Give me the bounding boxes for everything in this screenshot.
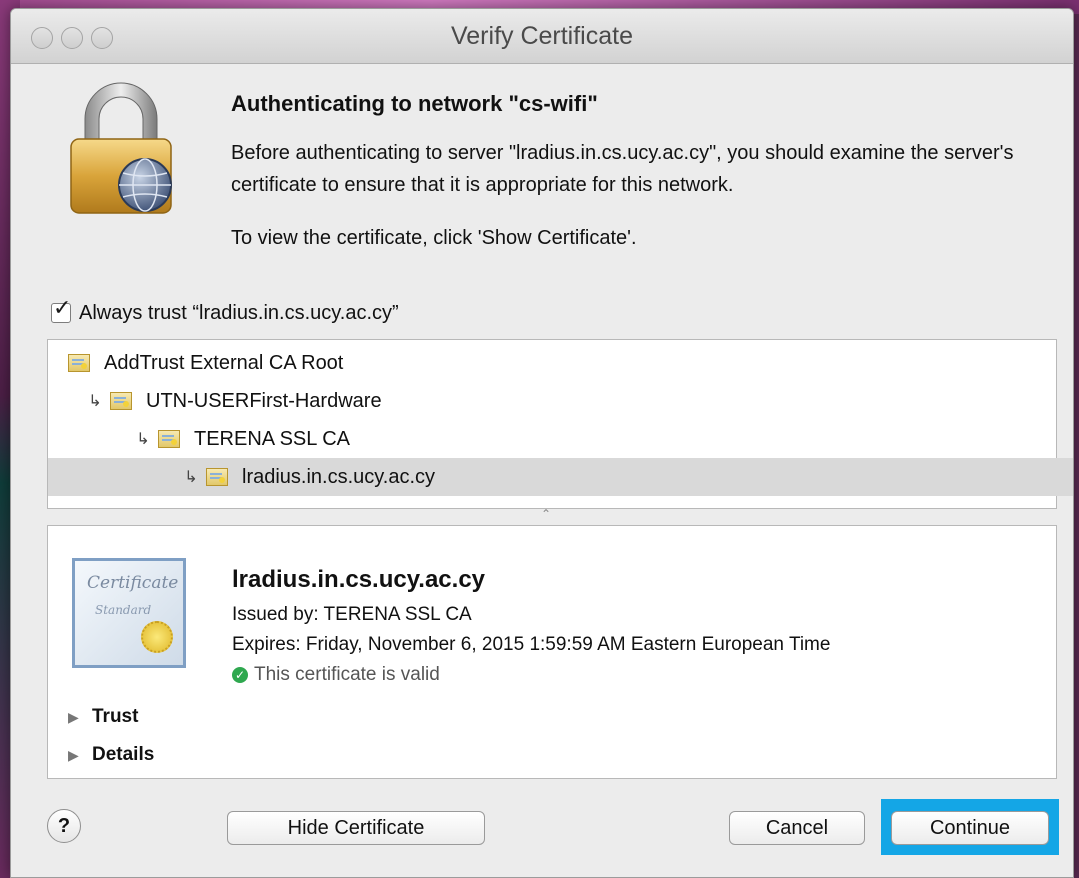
certificate-expiry: Expires: Friday, November 6, 2015 1:59:5… bbox=[232, 634, 831, 655]
certificate-icon bbox=[206, 468, 228, 486]
details-disclosure[interactable]: ▶ Details bbox=[68, 744, 154, 766]
certificate-icon bbox=[68, 354, 90, 372]
certificate-chain-list: AddTrust External CA Root ↳ UTN-USERFirs… bbox=[47, 339, 1073, 509]
disclosure-triangle-icon[interactable]: ▶ bbox=[68, 747, 92, 764]
certificate-issuer: Issued by: TERENA SSL CA bbox=[232, 604, 472, 625]
certificate-icon bbox=[158, 430, 180, 448]
chain-item-label: AddTrust External CA Root bbox=[104, 351, 344, 374]
window-title: Verify Certificate bbox=[450, 22, 633, 50]
child-arrow-icon: ↳ bbox=[136, 431, 150, 448]
certificate-image-subtext: Standard bbox=[95, 603, 152, 617]
pane-splitter-handle[interactable]: ⌃ bbox=[541, 507, 551, 521]
chain-item-intermediate-1[interactable]: ↳ UTN-USERFirst-Hardware bbox=[48, 382, 1073, 420]
lock-icon bbox=[70, 82, 172, 214]
certificate-icon bbox=[110, 392, 132, 410]
chain-item-label: UTN-USERFirst-Hardware bbox=[146, 389, 382, 412]
continue-button[interactable]: Continue bbox=[891, 811, 1049, 845]
valid-check-icon: ✓ bbox=[232, 667, 248, 683]
chain-item-intermediate-2[interactable]: ↳ TERENA SSL CA bbox=[48, 420, 1073, 458]
certificate-image-text: Certificate bbox=[87, 573, 179, 593]
hide-certificate-button[interactable]: Hide Certificate bbox=[227, 811, 485, 845]
chain-item-label: lradius.in.cs.ucy.ac.cy bbox=[242, 465, 436, 488]
checkmark-icon: ✓ bbox=[53, 295, 72, 320]
cancel-button[interactable]: Cancel bbox=[729, 811, 865, 845]
certificate-detail-pane: Certificate Standard lradius.in.cs.ucy.a… bbox=[47, 525, 1057, 779]
trust-disclosure-label[interactable]: Trust bbox=[92, 706, 138, 728]
certificate-status-text: This certificate is valid bbox=[254, 664, 440, 685]
certificate-status: ✓ This certificate is valid bbox=[232, 664, 440, 686]
help-button[interactable]: ? bbox=[47, 809, 81, 843]
child-arrow-icon: ↳ bbox=[88, 393, 102, 410]
chain-item-label: TERENA SSL CA bbox=[194, 427, 350, 450]
dialog-heading: Authenticating to network "cs-wifi" bbox=[231, 91, 598, 116]
child-arrow-icon: ↳ bbox=[184, 469, 198, 486]
always-trust-checkbox[interactable]: ✓ bbox=[51, 297, 71, 323]
trust-disclosure[interactable]: ▶ Trust bbox=[68, 706, 138, 728]
certificate-large-icon: Certificate Standard bbox=[72, 558, 186, 668]
dialog-description: Before authenticating to server "lradius… bbox=[231, 142, 1014, 196]
chain-item-root[interactable]: AddTrust External CA Root bbox=[48, 344, 1073, 382]
disclosure-triangle-icon[interactable]: ▶ bbox=[68, 709, 92, 726]
details-disclosure-label[interactable]: Details bbox=[92, 744, 154, 766]
seal-icon bbox=[141, 621, 173, 653]
dialog-hint: To view the certificate, click 'Show Cer… bbox=[231, 227, 637, 249]
verify-certificate-dialog: Verify Certificate Authenticating to net… bbox=[10, 8, 1074, 878]
certificate-name: lradius.in.cs.ucy.ac.cy bbox=[232, 566, 486, 593]
always-trust-label[interactable]: Always trust “lradius.in.cs.ucy.ac.cy” bbox=[79, 302, 399, 325]
title-bar: Verify Certificate bbox=[11, 9, 1073, 64]
chain-item-leaf[interactable]: ↳ lradius.in.cs.ucy.ac.cy bbox=[48, 458, 1073, 496]
always-trust-row[interactable]: ✓ Always trust “lradius.in.cs.ucy.ac.cy” bbox=[51, 297, 399, 327]
